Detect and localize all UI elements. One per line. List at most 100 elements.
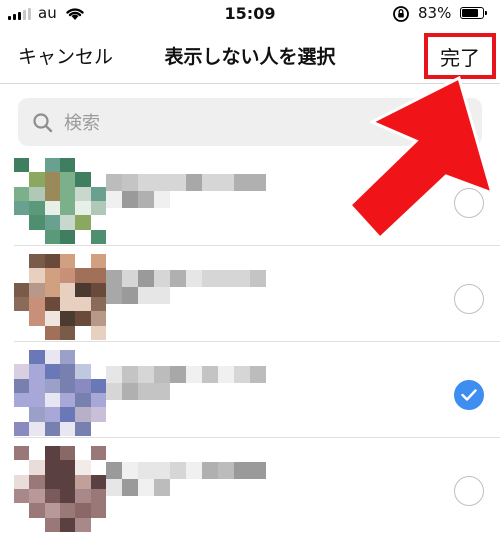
name-pixel [106,287,122,304]
name-pixel [234,383,250,400]
avatar-pixel [44,364,60,379]
status-bar: au 15:09 83% [0,0,500,30]
avatar-pixel [75,517,91,532]
avatar-pixel [59,474,76,489]
avatar-pixel [75,407,91,422]
list-item[interactable] [14,150,500,246]
avatar-pixel [29,172,45,187]
avatar-pixel [75,186,91,201]
name-pixel [186,174,202,191]
name-pixel [218,287,234,304]
avatar-pixel [44,254,60,269]
select-checkbox[interactable] [454,188,484,218]
name-pixel [106,383,122,400]
name-pixel [122,479,138,496]
avatar-pixel [44,392,60,408]
name-pixel [154,174,170,191]
name-pixel [170,366,186,383]
avatar-pixel [90,503,106,518]
avatar-pixel [29,186,45,201]
search-input[interactable] [62,98,466,148]
name-pixel [202,479,218,496]
avatar-pixel [14,474,30,489]
name-pixel [154,270,170,287]
avatar-pixel [90,407,106,422]
name-pixel [186,479,202,496]
name-pixel [122,174,138,191]
avatar-pixel [75,282,91,297]
avatar-pixel [44,172,60,187]
avatar-pixel [90,254,106,269]
avatar-pixel [14,378,30,393]
avatar-pixel [29,326,44,340]
rotation-lock-icon [393,6,409,22]
list-item[interactable] [14,246,500,342]
avatar-pixel [29,378,45,393]
name-pixel [202,270,218,287]
name-pixel [138,191,154,208]
search-bar[interactable] [18,98,482,148]
avatar-pixel [29,488,45,504]
name-pixel [218,366,234,383]
avatar-pixel [44,517,60,532]
name-pixel [202,191,218,208]
name-pixel [138,383,154,400]
avatar-pixel [90,325,106,340]
name-pixel [138,270,154,287]
avatar-pixel [44,229,60,244]
avatar-pixel [75,326,90,340]
name-pixel [122,383,138,400]
name-pixel [138,174,154,191]
name-pixel [234,479,250,496]
avatar-pixel [14,421,30,436]
name-pixel [106,462,122,479]
avatar-pixel [29,503,45,518]
name-pixel [138,479,154,496]
avatar-pixel [44,325,60,340]
avatar-pixel [44,311,60,326]
select-checkbox[interactable] [454,476,484,506]
avatar-pixel [14,364,30,379]
avatar-pixel [75,474,91,489]
avatar-pixel [75,254,90,268]
name-pixel [138,287,154,304]
avatar-pixel [59,158,76,173]
avatar-pixel [59,503,76,518]
avatar-pixel [14,518,29,532]
name-pixel [122,287,138,304]
avatar-pixel [59,268,76,283]
done-button[interactable]: 完了 [424,33,496,79]
avatar-pixel [14,503,29,517]
avatar-pixel [90,229,106,244]
name-pixel [122,366,138,383]
avatar-pixel [14,311,29,325]
name-pixel [154,462,170,479]
name-pixel [186,270,202,287]
select-checkbox[interactable] [454,380,484,410]
name-pixel [250,191,266,208]
select-checkbox[interactable] [454,284,484,314]
avatar-pixel [44,446,60,461]
avatar [14,350,106,436]
list-item[interactable] [14,438,500,534]
avatar-pixel [59,282,76,297]
avatar-pixel [14,296,30,312]
list-item[interactable] [14,342,500,438]
avatar-pixel [14,200,30,216]
avatar-pixel [59,421,76,436]
avatar-pixel [44,186,60,201]
name-pixel [202,462,218,479]
avatar-pixel [29,518,44,532]
name-pixel [154,191,170,208]
avatar-pixel [44,200,60,216]
avatar-pixel [14,186,30,201]
avatar-pixel [75,158,90,172]
name-pixel [202,174,218,191]
name-pixel [106,479,122,496]
avatar-pixel [59,254,76,269]
name-pixel [186,191,202,208]
name-pixel [218,270,234,287]
avatar-pixel [59,446,76,461]
avatar-pixel [75,268,91,283]
avatar-pixel [29,446,44,460]
